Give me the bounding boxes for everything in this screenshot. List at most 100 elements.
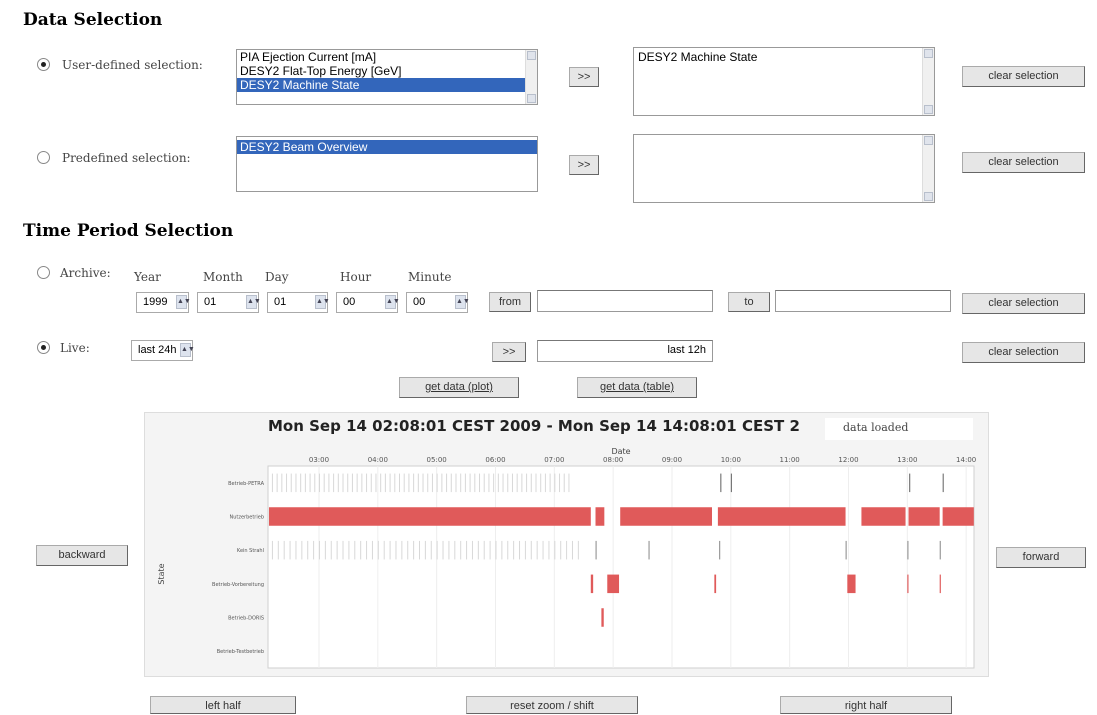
user-defined-selected-list[interactable]: DESY2 Machine State	[633, 47, 935, 116]
state-mark	[595, 507, 605, 526]
list-scrollbar[interactable]	[525, 50, 537, 104]
state-mark	[535, 473, 537, 493]
state-mark	[427, 473, 429, 493]
state-mark	[536, 540, 538, 560]
user-defined-available-list[interactable]: PIA Ejection Current [mA] DESY2 Flat-Top…	[236, 49, 538, 105]
state-mark	[648, 540, 650, 560]
y-tick-label: Betrieb-PETRA	[228, 481, 264, 487]
year-select[interactable]: 1999 ▲▼	[136, 292, 191, 313]
state-mark	[383, 540, 385, 560]
state-mark	[448, 540, 450, 560]
state-mark	[300, 473, 302, 493]
state-mark	[530, 473, 532, 493]
state-mark	[939, 574, 941, 594]
state-mark	[455, 473, 457, 493]
state-mark	[304, 473, 306, 493]
backward-button[interactable]: backward	[36, 545, 128, 566]
x-tick-label: 08:00	[603, 456, 623, 464]
to-field[interactable]	[775, 290, 951, 312]
archive-label: Archive:	[60, 266, 111, 280]
hour-select[interactable]: 00 ▲▼	[336, 292, 400, 313]
day-select[interactable]: 01 ▲▼	[267, 292, 330, 313]
predefined-selected-list[interactable]	[633, 134, 935, 203]
state-mark	[277, 540, 279, 560]
archive-radio[interactable]	[37, 266, 50, 279]
get-data-table-button[interactable]: get data (table)	[577, 377, 697, 398]
state-mark	[360, 540, 362, 560]
list-item[interactable]: DESY2 Machine State	[634, 50, 934, 64]
state-mark	[283, 540, 285, 560]
state-mark	[442, 540, 444, 560]
add-user-defined-button[interactable]: >>	[569, 67, 599, 87]
live-radio[interactable]	[37, 341, 50, 354]
live-label: Live:	[60, 341, 90, 355]
state-mark	[526, 473, 528, 493]
state-mark	[560, 540, 562, 560]
state-mark	[563, 473, 565, 493]
state-mark	[407, 540, 409, 560]
state-chart[interactable]: 03:00 04:00 05:00 06:00 07:00 08:00 09:00 10:00…	[144, 412, 987, 675]
list-item[interactable]: PIA Ejection Current [mA]	[237, 50, 537, 64]
state-mark	[336, 540, 338, 560]
list-scrollbar[interactable]	[922, 135, 934, 202]
state-mark	[348, 540, 350, 560]
from-button[interactable]: from	[489, 292, 531, 312]
right-half-button[interactable]: right half	[780, 696, 952, 714]
state-mark	[595, 540, 597, 560]
add-live-button[interactable]: >>	[492, 342, 526, 362]
state-mark	[548, 540, 550, 560]
state-mark	[413, 473, 415, 493]
state-mark	[607, 574, 620, 594]
state-mark	[720, 473, 722, 493]
list-item-selected[interactable]: DESY2 Beam Overview	[237, 140, 537, 154]
plot-area	[267, 465, 975, 669]
x-tick-label: 13:00	[897, 456, 917, 464]
clear-archive-button[interactable]: clear selection	[962, 293, 1085, 314]
state-mark	[566, 540, 568, 560]
state-mark	[909, 473, 911, 493]
month-select[interactable]: 01 ▲▼	[197, 292, 261, 313]
state-mark	[342, 540, 344, 560]
live-range-field[interactable]: last 12h	[537, 340, 713, 362]
clear-predefined-button[interactable]: clear selection	[962, 152, 1085, 173]
state-mark	[907, 574, 909, 594]
minute-select[interactable]: 00 ▲▼	[406, 292, 470, 313]
state-mark	[441, 473, 443, 493]
state-mark	[375, 473, 377, 493]
forward-button[interactable]: forward	[996, 547, 1086, 568]
month-value: 01	[204, 296, 217, 308]
state-mark	[286, 473, 288, 493]
clear-live-button[interactable]: clear selection	[962, 342, 1085, 363]
state-mark	[542, 540, 544, 560]
state-mark	[295, 540, 297, 560]
state-mark	[524, 540, 526, 560]
clear-user-defined-button[interactable]: clear selection	[962, 66, 1085, 87]
list-item-selected[interactable]: DESY2 Machine State	[237, 78, 525, 92]
minute-label: Minute	[408, 270, 452, 284]
user-defined-radio[interactable]	[37, 58, 50, 71]
left-half-button[interactable]: left half	[150, 696, 296, 714]
predefined-available-list[interactable]: DESY2 Beam Overview	[236, 136, 538, 192]
predefined-radio[interactable]	[37, 151, 50, 164]
state-mark	[469, 473, 471, 493]
reset-zoom-button[interactable]: reset zoom / shift	[466, 696, 638, 714]
to-button[interactable]: to	[728, 292, 770, 312]
x-tick-label: 12:00	[838, 456, 858, 464]
state-mark	[436, 540, 438, 560]
state-mark	[401, 540, 403, 560]
day-label: Day	[265, 270, 289, 284]
live-range-select[interactable]: last 24h ▲▼	[131, 340, 195, 361]
state-mark	[483, 540, 485, 560]
state-mark	[399, 473, 401, 493]
x-tick-label: 07:00	[544, 456, 564, 464]
state-mark	[413, 540, 415, 560]
state-mark	[313, 540, 315, 560]
state-mark	[417, 473, 419, 493]
day-value: 01	[274, 296, 287, 308]
list-scrollbar[interactable]	[922, 48, 934, 115]
list-item[interactable]: DESY2 Flat-Top Energy [GeV]	[237, 64, 537, 78]
get-data-plot-button[interactable]: get data (plot)	[399, 377, 519, 398]
from-field[interactable]	[537, 290, 713, 312]
state-mark	[942, 473, 944, 493]
add-predefined-button[interactable]: >>	[569, 155, 599, 175]
